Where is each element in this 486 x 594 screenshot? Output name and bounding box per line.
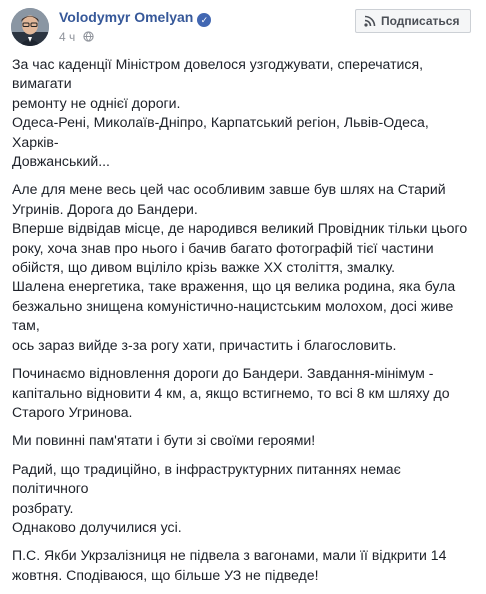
post-paragraph-5: Радий, що традиційно, в інфраструктурних… (12, 460, 401, 535)
follow-button[interactable]: Подписаться (355, 9, 471, 33)
author-name-text[interactable]: Volodymyr Omelyan (59, 9, 193, 25)
post-paragraph-1: За час каденції Міністром довелося узгод… (12, 56, 429, 170)
follow-button-label: Подписаться (381, 14, 460, 28)
avatar[interactable] (11, 8, 49, 46)
post-meta: 4 ч (59, 30, 94, 44)
facebook-post: Volodymyr Omelyan ✓ 4 ч Подписаться За ча… (0, 0, 486, 583)
globe-icon (82, 31, 94, 42)
author-name[interactable]: Volodymyr Omelyan ✓ (59, 9, 212, 27)
post-paragraph-6: П.С. Якби Укрзалізниця не підвела з ваго… (12, 547, 447, 583)
post-text: За час каденції Міністром довелося узгод… (12, 55, 478, 594)
post-time[interactable]: 4 ч (59, 30, 75, 44)
verified-badge-icon: ✓ (197, 13, 212, 27)
post-header: Volodymyr Omelyan ✓ 4 ч Подписаться (0, 0, 486, 56)
post-paragraph-3: Починаємо відновлення дороги до Бандери.… (12, 365, 450, 420)
avatar-photo (11, 8, 49, 46)
rss-icon (364, 15, 376, 27)
post-paragraph-2: Але для мене весь цей час особливим завш… (12, 181, 468, 353)
post-paragraph-4: Ми повинні пам'ятати і бути зі своїми ге… (12, 432, 316, 449)
